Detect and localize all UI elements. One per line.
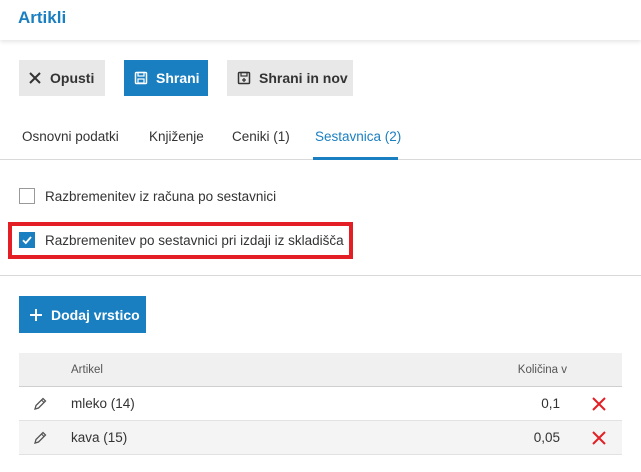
row-article: kava (15)	[71, 430, 128, 445]
row-quantity: 0,05	[533, 430, 560, 445]
relieve-from-invoice-checkbox[interactable]	[19, 188, 35, 204]
save-button-label: Shrani	[156, 70, 200, 86]
page-title: Artikli	[18, 8, 67, 27]
save-new-icon	[237, 71, 251, 85]
page-header: Artikli	[0, 0, 641, 40]
section-divider	[0, 275, 641, 276]
relieve-on-issue-label: Razbremenitev po sestavnici pri izdaji i…	[45, 232, 344, 248]
relieve-from-invoice-label: Razbremenitev iz računa po sestavnici	[45, 188, 277, 204]
column-header-quantity: Količina v	[517, 364, 567, 376]
tab-basic-data[interactable]: Osnovni podatki	[22, 129, 119, 144]
row-quantity: 0,1	[541, 396, 560, 411]
add-row-button-label: Dodaj vrstico	[51, 306, 140, 323]
close-icon	[28, 71, 42, 85]
tab-bill-of-materials[interactable]: Sestavnica (2)	[315, 129, 401, 144]
save-and-new-button[interactable]: Shrani in nov	[227, 60, 353, 96]
save-and-new-button-label: Shrani in nov	[259, 70, 348, 86]
table-row: kava (15) 0,05	[19, 421, 622, 455]
cancel-button-label: Opusti	[50, 70, 95, 86]
components-table: Artikel Količina v mleko (14) 0,1 kava (…	[19, 353, 622, 455]
active-tab-indicator	[313, 157, 398, 160]
row-article: mleko (14)	[71, 396, 135, 411]
toolbar: Opusti Shrani Shrani in nov	[19, 60, 353, 96]
plus-icon	[29, 308, 43, 322]
tab-posting[interactable]: Knjiženje	[149, 129, 204, 144]
checkmark-icon	[22, 236, 32, 245]
column-header-article: Artikel	[71, 364, 103, 376]
cancel-button[interactable]: Opusti	[19, 60, 105, 96]
relieve-on-issue-checkbox[interactable]	[19, 232, 35, 248]
save-button[interactable]: Shrani	[124, 60, 208, 96]
option-relieve-from-invoice[interactable]: Razbremenitev iz računa po sestavnici	[19, 188, 276, 204]
add-row-button[interactable]: Dodaj vrstico	[19, 296, 146, 333]
edit-icon[interactable]	[32, 430, 48, 446]
table-row: mleko (14) 0,1	[19, 387, 622, 421]
table-header: Artikel Količina v	[19, 353, 622, 387]
delete-icon[interactable]	[591, 396, 607, 412]
save-icon	[134, 71, 148, 85]
delete-icon[interactable]	[591, 430, 607, 446]
tab-price-lists[interactable]: Ceniki (1)	[232, 129, 290, 144]
tab-bar: Osnovni podatki Knjiženje Ceniki (1) Ses…	[0, 116, 641, 160]
option-relieve-on-issue[interactable]: Razbremenitev po sestavnici pri izdaji i…	[19, 232, 344, 248]
edit-icon[interactable]	[32, 396, 48, 412]
